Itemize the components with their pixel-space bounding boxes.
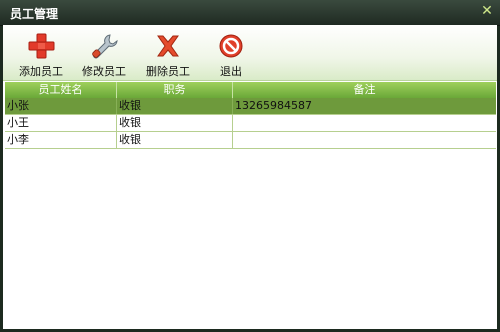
cell-remarks[interactable] <box>233 132 496 148</box>
column-header-name[interactable]: 员工姓名 <box>5 82 117 98</box>
close-icon[interactable]: ✕ <box>480 4 494 18</box>
employee-table: 员工姓名 职务 备注 小张 收银 13265984587 小王 收银 小李 收银 <box>5 82 496 179</box>
table-header: 员工姓名 职务 备注 <box>5 82 496 98</box>
cell-name[interactable]: 小王 <box>5 115 117 131</box>
add-employee-button[interactable]: 添加员工 <box>13 32 69 78</box>
employee-management-window: 员工管理 ✕ 添加员工 修改员工 删除员工 退出 员工姓名 职务 备注 小张 收… <box>0 0 500 332</box>
edit-employee-button[interactable]: 修改员工 <box>76 32 132 78</box>
window-title: 员工管理 <box>10 7 59 21</box>
add-employee-label: 添加员工 <box>19 65 63 78</box>
exit-label: 退出 <box>220 65 242 78</box>
column-header-remarks[interactable]: 备注 <box>233 82 496 98</box>
exit-icon <box>219 34 243 58</box>
title-bar[interactable]: 员工管理 ✕ <box>0 0 500 26</box>
delete-employee-button[interactable]: 删除员工 <box>140 32 196 78</box>
plus-icon <box>28 33 55 59</box>
cell-remarks[interactable]: 13265984587 <box>233 98 496 114</box>
delete-employee-label: 删除员工 <box>146 65 190 78</box>
wrench-icon <box>92 34 118 59</box>
column-header-position[interactable]: 职务 <box>117 82 233 98</box>
toolbar: 添加员工 修改员工 删除员工 退出 <box>3 25 497 81</box>
cell-position[interactable]: 收银 <box>117 115 233 131</box>
table-row[interactable]: 小王 收银 <box>5 115 496 132</box>
cell-name[interactable]: 小李 <box>5 132 117 148</box>
delete-x-icon <box>157 35 179 57</box>
cell-position[interactable]: 收银 <box>117 132 233 148</box>
exit-button[interactable]: 退出 <box>203 32 259 78</box>
table-row[interactable]: 小张 收银 13265984587 <box>5 98 496 115</box>
table-row[interactable]: 小李 收银 <box>5 132 496 149</box>
window-content: 添加员工 修改员工 删除员工 退出 员工姓名 职务 备注 小张 收银 13265… <box>3 25 497 329</box>
cell-name[interactable]: 小张 <box>5 98 117 114</box>
cell-position[interactable]: 收银 <box>117 98 233 114</box>
edit-employee-label: 修改员工 <box>82 65 126 78</box>
cell-remarks[interactable] <box>233 115 496 131</box>
